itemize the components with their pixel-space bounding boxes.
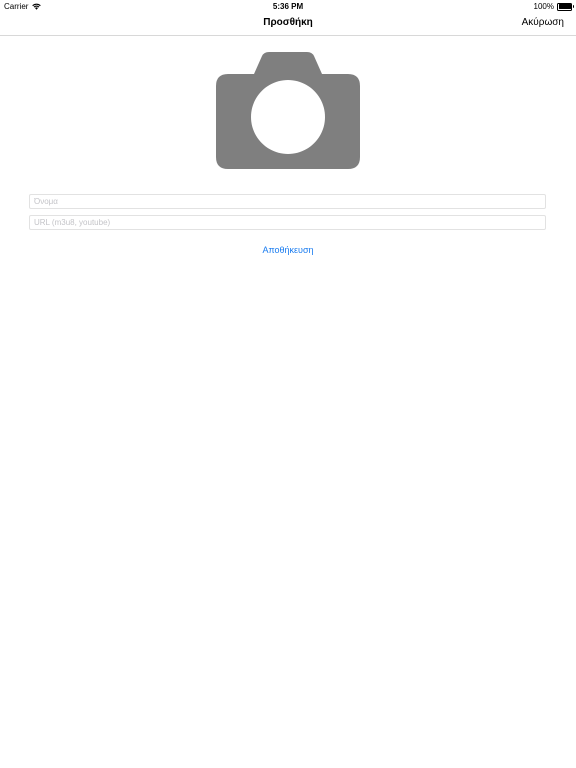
- url-field[interactable]: [29, 215, 546, 230]
- status-right: 100%: [533, 2, 574, 11]
- navigation-bar: Προσθήκη Ακύρωση: [0, 12, 576, 36]
- camera-icon: [216, 52, 360, 169]
- name-field[interactable]: [29, 194, 546, 209]
- battery-icon: [557, 2, 574, 11]
- status-bar: Carrier 5:36 PM 100%: [0, 0, 576, 12]
- battery-percent: 100%: [533, 2, 554, 11]
- save-button[interactable]: Αποθήκευση: [0, 245, 576, 255]
- page-title: Προσθήκη: [263, 17, 313, 28]
- status-time: 5:36 PM: [272, 2, 304, 11]
- cancel-button[interactable]: Ακύρωση: [522, 17, 564, 28]
- photo-picker[interactable]: [216, 52, 360, 169]
